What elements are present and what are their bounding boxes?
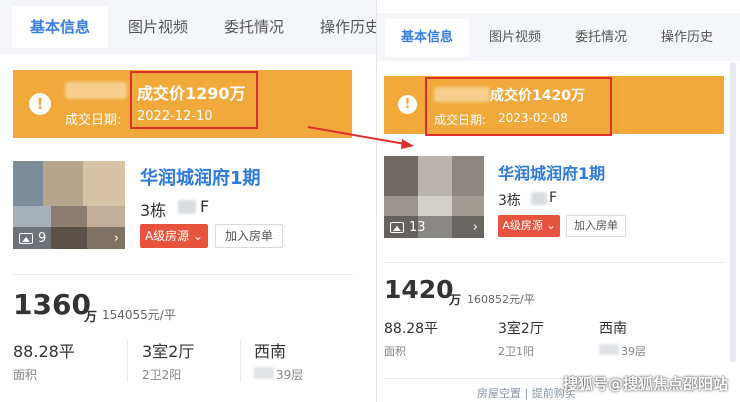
building-number: 3栋 xyxy=(498,193,521,209)
redacted-unit xyxy=(531,192,547,205)
tab-bar: 基本信息 图片视频 委托情况 操作历史 xyxy=(0,0,376,54)
tab-history[interactable]: 操作历史 xyxy=(645,19,729,57)
deal-date-label: 成交日期: xyxy=(65,113,122,128)
floor-label: 39层 xyxy=(621,345,646,358)
redacted-unit xyxy=(178,200,196,214)
exclamation-icon: ! xyxy=(29,93,51,115)
bath-balcony-label: 2卫2阳 xyxy=(142,368,182,382)
photo-count-bar: 9 › xyxy=(13,227,125,249)
photo-count: 13 xyxy=(409,220,426,235)
project-name[interactable]: 华润城润府1期 xyxy=(140,164,261,190)
grade-label: A级房源 xyxy=(502,219,543,232)
redacted-community-name xyxy=(65,82,127,99)
layout-value: 3室2厅 xyxy=(498,321,544,337)
floor-label: 39层 xyxy=(276,368,304,382)
price-unit: 万 xyxy=(84,310,98,325)
photo-count: 9 xyxy=(38,231,47,246)
redacted-floor xyxy=(254,367,274,379)
right-screenshot-panel: 基本信息 图片视频 委托情况 操作历史 ! 成交价1420万 成交日期: 202… xyxy=(376,0,740,402)
divider xyxy=(127,340,128,382)
bottom-links[interactable]: 房屋空置 | 提前购买 xyxy=(477,385,576,401)
tab-history[interactable]: 操作历史 xyxy=(304,6,376,48)
photo-count-bar: 13 › xyxy=(384,216,484,238)
highlight-box xyxy=(130,71,258,129)
unit-suffix: F xyxy=(549,190,558,206)
total-price: 1420 xyxy=(384,275,454,304)
tab-commission[interactable]: 委托情况 xyxy=(559,19,643,57)
total-price: 1360 xyxy=(13,288,91,321)
tab-commission[interactable]: 委托情况 xyxy=(208,6,300,48)
tab-photos-videos[interactable]: 图片视频 xyxy=(112,6,204,48)
exclamation-icon: ! xyxy=(398,95,417,114)
building-number: 3栋 xyxy=(140,201,167,220)
divider xyxy=(240,340,241,382)
price-unit: 万 xyxy=(449,293,462,307)
add-to-list-button[interactable]: 加入房单 xyxy=(215,224,283,248)
left-screenshot-panel: 基本信息 图片视频 委托情况 操作历史 ! 成交价1290万 成交日期: 202… xyxy=(0,0,376,402)
watermark: 搜狐号@搜狐焦点邵阳站 xyxy=(562,375,728,393)
area-value: 88.28平 xyxy=(13,342,75,361)
chevron-right-icon: › xyxy=(113,231,119,246)
tab-basic-info[interactable]: 基本信息 xyxy=(12,6,108,48)
orientation-value: 西南 xyxy=(599,321,627,337)
grade-badge[interactable]: A级房源 ⌄ xyxy=(140,224,208,248)
image-icon xyxy=(19,233,33,244)
redacted-floor xyxy=(599,344,619,355)
project-name[interactable]: 华润城润府1期 xyxy=(498,160,605,184)
area-value: 88.28平 xyxy=(384,321,439,337)
listing-photo[interactable]: 9 › xyxy=(13,161,125,249)
orientation-value: 西南 xyxy=(254,342,287,361)
unit-price: 160852元/平 xyxy=(467,293,535,306)
add-to-list-button[interactable]: 加入房单 xyxy=(566,215,626,237)
tab-photos-videos[interactable]: 图片视频 xyxy=(473,19,557,57)
divider xyxy=(13,274,353,275)
grade-badge[interactable]: A级房源 ⌄ xyxy=(498,215,560,237)
bath-balcony-label: 2卫1阳 xyxy=(498,345,534,358)
chevron-right-icon: › xyxy=(472,220,478,235)
unit-suffix: F xyxy=(200,197,210,216)
grade-label: A级房源 xyxy=(144,229,190,243)
chevron-down-icon: ⌄ xyxy=(192,229,204,243)
area-label: 面积 xyxy=(13,368,38,382)
divider xyxy=(384,262,724,263)
layout-value: 3室2厅 xyxy=(142,342,195,361)
listing-photo[interactable]: 13 › xyxy=(384,156,484,238)
scrollbar[interactable] xyxy=(730,62,736,362)
tab-bar: 基本信息 图片视频 委托情况 操作历史 xyxy=(377,13,740,61)
highlight-box xyxy=(425,77,612,136)
unit-price: 154055元/平 xyxy=(102,308,176,322)
tab-basic-info[interactable]: 基本信息 xyxy=(385,19,469,57)
chevron-down-icon: ⌄ xyxy=(546,219,556,232)
area-label: 面积 xyxy=(384,345,406,358)
image-icon xyxy=(390,222,404,233)
